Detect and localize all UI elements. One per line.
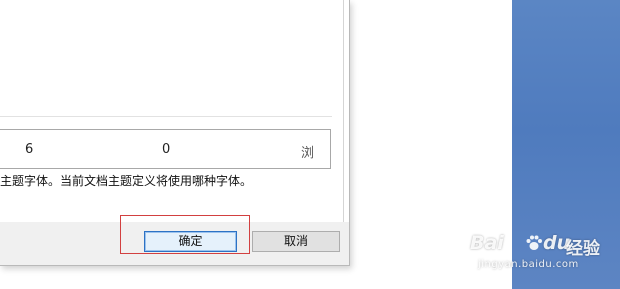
watermark-logo-bai: Bai [470,232,504,254]
separator-line [0,116,332,117]
preview-text-b: 0 [162,142,171,157]
preview-description: 主题字体。当前文档主题定义将使用哪种字体。 [0,174,253,188]
watermark-url: jingyan.baidu.com [478,259,579,270]
watermark-jingyan-label: 经验 [566,239,600,259]
font-preview-box: 6 0 浏 [0,129,331,169]
dialog-inner-edge [343,0,344,225]
cancel-button[interactable]: 取消 [252,231,340,252]
preview-text-c: 浏 [301,146,315,161]
baidu-jingyan-watermark: Bai du 经验 jingyan.baidu.com [470,232,620,280]
preview-text-a: 6 [25,142,34,157]
paw-icon [526,235,542,250]
highlight-annotation-box [120,215,250,254]
